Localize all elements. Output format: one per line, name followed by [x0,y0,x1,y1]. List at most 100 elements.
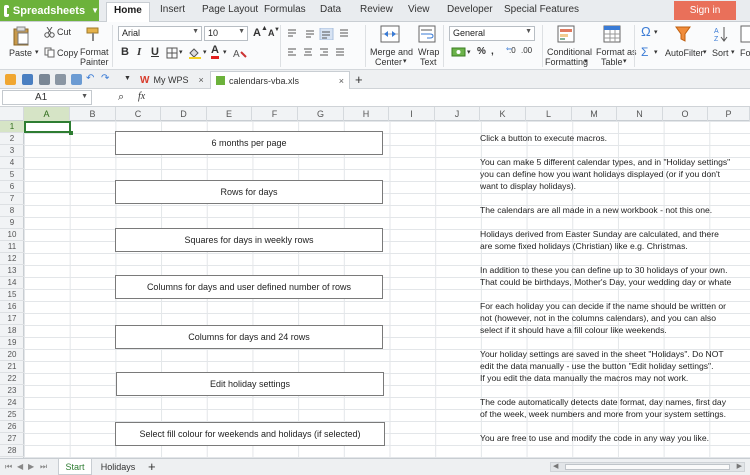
scrollbar-thumb[interactable] [565,464,730,470]
sort-button[interactable]: Sort [712,48,729,58]
horizontal-alignment-icons[interactable] [286,47,358,59]
format-icon[interactable] [740,25,750,43]
grow-font-button[interactable]: A [253,27,261,39]
font-color-dropdown-icon[interactable]: ▾ [223,48,227,56]
column-header[interactable]: J [435,107,480,121]
select-all-corner[interactable] [0,107,24,121]
percent-button[interactable]: % [477,46,486,57]
symbol-icon[interactable]: Ω [641,24,651,39]
row-header[interactable]: 9 [0,217,24,229]
increase-decimal-button[interactable]: .0 [509,46,516,55]
function-button[interactable]: fx [138,91,145,102]
button-rows-for-days[interactable]: Rows for days [115,180,383,204]
column-header[interactable]: E [207,107,252,121]
font-size-select[interactable]: 10 ▼ [204,26,248,41]
conditional-formatting-label-2[interactable]: Formatting [545,57,588,67]
underline-button[interactable]: U [151,46,159,58]
format-as-table-icon[interactable] [603,25,621,43]
open-folder-icon[interactable] [5,74,16,85]
tab-home[interactable]: Home [106,2,150,22]
column-header[interactable]: C [116,107,161,121]
fill-color-icon[interactable] [188,47,202,59]
format-as-table-dropdown-icon[interactable]: ▾ [623,57,627,65]
prev-sheet-icon[interactable]: ◀ [17,462,23,471]
clear-format-icon[interactable]: A [233,47,247,59]
vertical-alignment-icons[interactable] [286,28,358,40]
button-select-fill-colour[interactable]: Select fill colour for weekends and holi… [115,422,385,446]
column-header[interactable]: A [24,107,70,121]
button-squares-weekly-rows[interactable]: Squares for days in weekly rows [115,228,383,252]
add-sheet-button[interactable]: + [148,459,156,474]
merge-center-icon[interactable] [380,25,400,43]
row-header[interactable]: 15 [0,289,24,301]
scroll-left-icon[interactable]: ◀ [553,462,558,470]
autosum-dropdown-icon[interactable]: ▾ [654,48,658,56]
paste-icon[interactable] [11,26,31,46]
print-preview-icon[interactable] [39,74,50,85]
format-painter-label-2[interactable]: Painter [80,57,109,67]
print-setup-icon[interactable] [71,74,82,85]
conditional-formatting-label-1[interactable]: Conditional [547,47,592,57]
row-header[interactable]: 17 [0,313,24,325]
column-header[interactable]: H [344,107,389,121]
format-as-table-label-2[interactable]: Table [601,57,623,67]
row-header[interactable]: 22 [0,373,24,385]
font-name-select[interactable]: Arial ▼ [118,26,202,41]
doc-tab-my-wps[interactable]: W My WPS × [135,71,209,89]
row-header[interactable]: 26 [0,421,24,433]
next-sheet-icon[interactable]: ▶ [28,462,34,471]
comma-style-icon[interactable]: , [491,46,494,57]
merge-center-label-2[interactable]: Center [375,57,402,67]
cut-button[interactable]: Cut [57,27,71,37]
tab-insert[interactable]: Insert [160,4,185,15]
tab-special-features[interactable]: Special Features [504,4,579,15]
scissors-icon[interactable] [44,27,55,38]
row-header[interactable]: 21 [0,361,24,373]
format-painter-label-1[interactable]: Format [80,47,109,57]
tab-developer[interactable]: Developer [447,4,493,15]
button-columns-user-rows[interactable]: Columns for days and user defined number… [115,275,383,299]
tab-review[interactable]: Review [360,4,393,15]
row-header[interactable]: 18 [0,325,24,337]
undo-icon[interactable]: ↶ [86,73,94,84]
formula-input[interactable] [160,90,748,105]
row-header[interactable]: 20 [0,349,24,361]
column-header[interactable]: N [617,107,663,121]
new-tab-icon[interactable]: + [355,72,363,87]
last-sheet-icon[interactable]: ⏭ [40,462,47,472]
merge-dropdown-icon[interactable]: ▾ [403,57,407,65]
row-header[interactable]: 3 [0,145,24,157]
close-icon[interactable]: × [339,76,344,86]
italic-button[interactable]: I [137,46,141,58]
conditional-formatting-icon[interactable] [557,25,575,43]
sheet-tab-holidays[interactable]: Holidays [95,459,141,475]
button-columns-24-rows[interactable]: Columns for days and 24 rows [115,325,383,349]
horizontal-scrollbar[interactable]: ◀ ▶ [550,462,745,472]
fill-color-dropdown-icon[interactable]: ▾ [203,48,207,56]
format-button[interactable]: Fo [740,48,750,58]
row-header[interactable]: 2 [0,133,24,145]
doc-tab-calendars[interactable]: calendars-vba.xls × [210,71,350,89]
font-color-button[interactable]: A [211,45,219,59]
customize-dropdown-icon[interactable]: ▼ [124,75,131,82]
column-header[interactable]: L [526,107,572,121]
row-header[interactable]: 13 [0,265,24,277]
paste-button[interactable]: Paste [9,48,32,58]
save-icon[interactable] [22,74,33,85]
decrease-decimal-button[interactable]: .00 [521,46,532,55]
row-header[interactable]: 28 [0,445,24,457]
row-header[interactable]: 16 [0,301,24,313]
conditional-formatting-dropdown-icon[interactable]: ▾ [584,57,588,65]
wrap-text-label-2[interactable]: Text [420,57,437,67]
row-header[interactable]: 19 [0,337,24,349]
autofilter-dropdown-icon[interactable]: ▾ [703,48,707,56]
borders-dropdown-icon[interactable]: ▾ [179,48,183,56]
column-header[interactable]: D [161,107,207,121]
format-painter-icon[interactable] [85,26,101,42]
row-header[interactable]: 11 [0,241,24,253]
tab-page-layout[interactable]: Page Layout [202,4,258,15]
name-box[interactable]: A1 ▼ [2,90,92,105]
row-header[interactable]: 10 [0,229,24,241]
row-header[interactable]: 27 [0,433,24,445]
row-header[interactable]: 4 [0,157,24,169]
